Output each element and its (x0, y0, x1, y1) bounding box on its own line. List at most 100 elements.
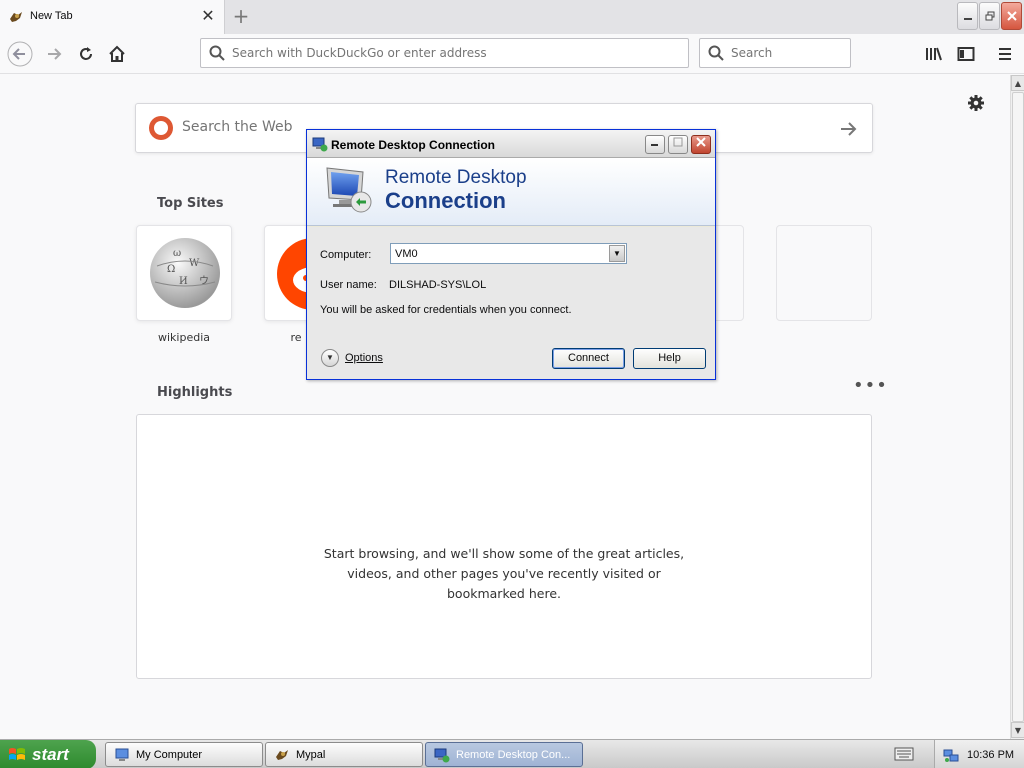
highlights-empty-message: Start browsing, and we'll show some of t… (137, 544, 871, 604)
empty-site-tile[interactable] (776, 225, 872, 321)
tab-close-icon[interactable]: ✕ (199, 7, 217, 25)
taskbar-item-my-computer[interactable]: My Computer (105, 742, 263, 767)
banner-title-line2: Connection (385, 188, 506, 213)
remote-desktop-icon (312, 137, 328, 152)
username-label: User name: (320, 279, 377, 291)
search-icon (209, 45, 225, 61)
minimize-icon (963, 18, 972, 20)
dialog-body: Computer: VM0 ▼ User name: DILSHAD-SYS\L… (307, 227, 715, 379)
remote-desktop-dialog: Remote Desktop Connection Remote Desktop… (306, 129, 716, 380)
dialog-maximize-button[interactable] (668, 135, 688, 154)
menu-button[interactable] (991, 40, 1019, 68)
computer-label: Computer: (320, 249, 372, 261)
highlights-title: Highlights (157, 385, 233, 400)
network-icon[interactable] (943, 747, 959, 763)
maximize-icon (673, 137, 683, 147)
options-toggle[interactable]: ▼ Options (321, 349, 383, 367)
credentials-note: You will be asked for credentials when y… (320, 304, 572, 316)
library-icon (926, 47, 942, 61)
forward-arrow-icon (48, 48, 62, 60)
scroll-up-icon[interactable]: ▲ (1011, 75, 1024, 91)
taskbar-item-remote-desktop[interactable]: Remote Desktop Con... (425, 742, 583, 767)
dialog-titlebar[interactable]: Remote Desktop Connection (307, 130, 715, 158)
mypal-icon (276, 749, 288, 760)
banner-title-line1: Remote Desktop (385, 167, 527, 188)
restore-icon (985, 11, 994, 21)
svg-text:И: И (179, 276, 188, 287)
taskbar: start My Computer Mypal Remote Desktop C… (0, 739, 1024, 768)
duckduckgo-icon (149, 116, 173, 140)
scroll-thumb[interactable] (1012, 92, 1024, 722)
taskbar-item-label: Mypal (296, 748, 326, 761)
tab-strip: New Tab ✕ + (0, 0, 1024, 34)
sidebar-icon (957, 47, 975, 61)
gear-icon[interactable] (967, 94, 985, 112)
arrow-right-icon[interactable] (838, 119, 858, 139)
username-value: DILSHAD-SYS\LOL (389, 279, 487, 291)
start-label: start (32, 744, 69, 764)
remote-desktop-icon (434, 748, 450, 762)
search-icon (708, 45, 724, 61)
url-input[interactable] (232, 46, 672, 60)
scroll-down-icon[interactable]: ▼ (1011, 722, 1024, 738)
dialog-close-button[interactable] (691, 135, 711, 154)
close-icon (696, 137, 706, 147)
top-sites-title: Top Sites (157, 196, 224, 211)
close-window-button[interactable] (1001, 2, 1022, 30)
clock[interactable]: 10:36 PM (967, 749, 1014, 761)
tab-title: New Tab (30, 10, 73, 22)
highlights-message-line: videos, and other pages you've recently … (347, 566, 661, 581)
connect-button[interactable]: Connect (552, 348, 625, 369)
close-icon (1006, 11, 1017, 21)
start-button[interactable]: start (0, 740, 96, 768)
reload-icon (80, 47, 92, 60)
wikipedia-globe-icon: ΩWИ ウω (150, 238, 220, 308)
hamburger-menu-icon (999, 48, 1011, 60)
options-label: Options (345, 352, 383, 364)
home-icon (109, 45, 125, 62)
dialog-title: Remote Desktop Connection (331, 138, 496, 152)
sidebar-button[interactable] (952, 40, 980, 68)
my-computer-icon (115, 748, 129, 761)
windows-logo-icon (9, 747, 25, 760)
url-bar[interactable] (200, 38, 689, 68)
minimize-icon (651, 144, 658, 146)
highlights-message-line: bookmarked here. (447, 586, 561, 601)
top-site-tile[interactable]: ΩWИウω (136, 225, 232, 321)
home-button[interactable] (103, 40, 131, 68)
mypal-icon (10, 12, 22, 22)
keyboard-icon[interactable] (894, 747, 914, 761)
tab-new-tab[interactable]: New Tab ✕ (0, 0, 225, 34)
computer-combobox[interactable]: VM0 ▼ (390, 243, 627, 264)
search-input[interactable] (731, 46, 841, 60)
new-tab-button[interactable]: + (230, 5, 252, 27)
expand-options-icon: ▼ (321, 349, 339, 367)
highlights-panel: Start browsing, and we'll show some of t… (136, 414, 872, 679)
highlights-menu-icon[interactable]: ••• (853, 377, 888, 395)
dialog-banner: Remote Desktop Connection (307, 158, 715, 226)
library-button[interactable] (920, 40, 948, 68)
taskbar-item-label: Remote Desktop Con... (456, 748, 571, 761)
back-button[interactable] (6, 40, 34, 68)
back-arrow-icon (7, 41, 33, 67)
remote-desktop-monitor-icon (326, 167, 372, 213)
search-bar[interactable] (699, 38, 851, 68)
help-button[interactable]: Help (633, 348, 706, 369)
restore-button[interactable] (979, 2, 1000, 30)
window-controls (957, 2, 1022, 30)
dialog-minimize-button[interactable] (645, 135, 665, 154)
chevron-down-icon[interactable]: ▼ (609, 245, 625, 262)
forward-button[interactable] (40, 40, 68, 68)
top-site-label: wikipedia (157, 331, 210, 344)
reload-button[interactable] (72, 40, 100, 68)
minimize-button[interactable] (957, 2, 978, 30)
taskbar-item-mypal[interactable]: Mypal (265, 742, 423, 767)
taskbar-item-label: My Computer (136, 748, 203, 761)
system-tray: 10:36 PM (934, 740, 1024, 768)
highlights-message-line: Start browsing, and we'll show some of t… (323, 546, 685, 561)
computer-value: VM0 (395, 248, 418, 260)
svg-text:W: W (189, 258, 200, 269)
page-scrollbar[interactable]: ▲ ▼ (1010, 75, 1024, 739)
navigation-bar (0, 34, 1024, 74)
svg-text:Ω: Ω (167, 264, 175, 275)
